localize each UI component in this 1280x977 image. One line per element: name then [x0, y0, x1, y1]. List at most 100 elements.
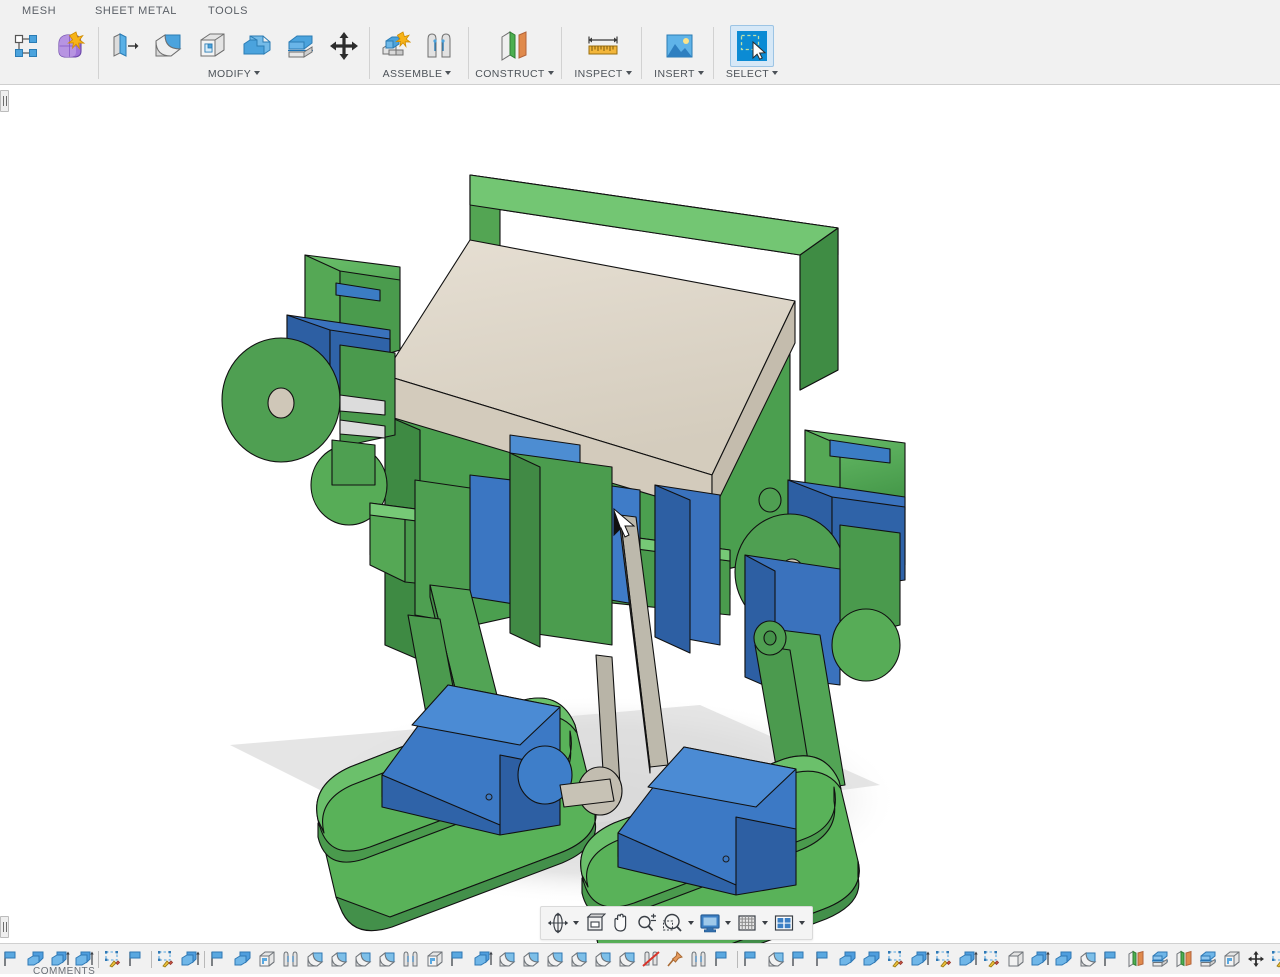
timeline-feature-sketch-dim-icon[interactable]: [101, 947, 125, 971]
timeline-feature-offset-plane-icon[interactable]: [1172, 947, 1196, 971]
timeline-feature-fillet-icon[interactable]: [1076, 947, 1100, 971]
construct-group: CONSTRUCT: [472, 22, 557, 84]
fillet-icon[interactable]: [146, 25, 190, 67]
shell-icon[interactable]: [190, 25, 234, 67]
select-label-text: SELECT: [726, 68, 769, 80]
timeline-feature-extrude-up-icon[interactable]: [471, 947, 495, 971]
timeline-feature-fillet-icon[interactable]: [375, 947, 399, 971]
timeline-feature-box-icon[interactable]: [1004, 947, 1028, 971]
timeline-feature-sketch-icon[interactable]: [1100, 947, 1124, 971]
ruler-icon[interactable]: [581, 25, 625, 67]
timeline-feature-joint-icon[interactable]: [399, 947, 423, 971]
timeline-feature-fillet-icon[interactable]: [591, 947, 615, 971]
timeline-feature-sketch-icon[interactable]: [125, 947, 149, 971]
offset-plane-icon[interactable]: [493, 25, 537, 67]
insert-group-label[interactable]: INSERT: [645, 68, 713, 80]
timeline-feature-sketch-dim-icon[interactable]: [1268, 947, 1280, 971]
timeline-feature-extrude-up-icon[interactable]: [178, 947, 202, 971]
viewports-icon[interactable]: [771, 909, 797, 937]
mesh-nodes-icon[interactable]: [4, 25, 48, 67]
lookat-icon[interactable]: [582, 909, 608, 937]
tab-tools[interactable]: TOOLS: [208, 5, 248, 17]
timeline-feature-split-face-icon[interactable]: [1148, 947, 1172, 971]
timeline-feature-sketch-icon[interactable]: [0, 947, 24, 971]
timeline-feature-shell-icon[interactable]: [1220, 947, 1244, 971]
timeline-feature-sketch-icon[interactable]: [711, 947, 735, 971]
comments-label[interactable]: COMMENTS: [33, 966, 95, 977]
timeline-feature-fillet-icon[interactable]: [567, 947, 591, 971]
timeline-feature-fillet-icon[interactable]: [351, 947, 375, 971]
zoom-icon[interactable]: [634, 909, 660, 937]
insert-group: INSERT: [645, 22, 713, 84]
timeline-feature-extrude-icon[interactable]: [860, 947, 884, 971]
view-navigation-bar[interactable]: [540, 906, 813, 940]
timeline-feature-no-joint-icon[interactable]: [639, 947, 663, 971]
select-window-icon[interactable]: [730, 25, 774, 67]
timeline-feature-sketch-icon[interactable]: [812, 947, 836, 971]
construct-group-label[interactable]: CONSTRUCT: [472, 68, 557, 80]
timeline-feature-fillet-icon[interactable]: [519, 947, 543, 971]
combine-icon[interactable]: [234, 25, 278, 67]
timeline-feature-offset-plane-icon[interactable]: [1124, 947, 1148, 971]
timeline-feature-fillet-icon[interactable]: [495, 947, 519, 971]
zoom-window-icon[interactable]: [660, 909, 686, 937]
grid-icon[interactable]: [734, 909, 760, 937]
timeline-track[interactable]: [0, 946, 1280, 972]
monitor-icon[interactable]: [697, 909, 723, 937]
timeline-feature-joint-icon[interactable]: [279, 947, 303, 971]
timeline-feature-extrude-up-icon[interactable]: [956, 947, 980, 971]
display-settings-dropdown-caret[interactable]: [723, 909, 734, 937]
select-group-label[interactable]: SELECT: [717, 68, 787, 80]
new-component-icon[interactable]: [373, 25, 417, 67]
robot-model-render: [0, 85, 1280, 943]
timeline-feature-fillet-icon[interactable]: [543, 947, 567, 971]
hand-icon[interactable]: [608, 909, 634, 937]
press-pull-icon[interactable]: [102, 25, 146, 67]
timeline-feature-shell-icon[interactable]: [255, 947, 279, 971]
purple-form-icon[interactable]: [48, 25, 92, 67]
timeline-feature-sketch-dim-icon[interactable]: [154, 947, 178, 971]
timeline-feature-fillet-icon[interactable]: [327, 947, 351, 971]
timeline-feature-extrude-icon[interactable]: [836, 947, 860, 971]
timeline-feature-sketch-icon[interactable]: [207, 947, 231, 971]
image-icon[interactable]: [657, 25, 701, 67]
timeline-feature-shell-icon[interactable]: [423, 947, 447, 971]
3d-viewport[interactable]: [0, 85, 1280, 943]
joint-icon[interactable]: [417, 25, 461, 67]
assemble-label-text: ASSEMBLE: [383, 68, 443, 80]
timeline-feature-sketch-dim-icon[interactable]: [980, 947, 1004, 971]
timeline-feature-move-arrows-icon[interactable]: [1244, 947, 1268, 971]
timeline-feature-sketch-dim-icon[interactable]: [884, 947, 908, 971]
timeline-feature-extrude-up-icon[interactable]: [908, 947, 932, 971]
modify-label-text: MODIFY: [208, 68, 251, 80]
inspect-group-label[interactable]: INSPECT: [565, 68, 641, 80]
timeline-feature-extrude-icon[interactable]: [231, 947, 255, 971]
timeline-feature-pin-joint-icon[interactable]: [663, 947, 687, 971]
ribbon: MESH SHEET METAL TOOLS: [0, 0, 1280, 85]
timeline-feature-extrude-icon[interactable]: [1052, 947, 1076, 971]
timeline-feature-split-face-icon[interactable]: [1196, 947, 1220, 971]
tab-sheet-metal[interactable]: SHEET METAL: [95, 5, 177, 17]
move-arrows-icon[interactable]: [322, 25, 366, 67]
grid-snaps-dropdown-caret[interactable]: [760, 909, 771, 937]
comments-panel-handle[interactable]: [0, 916, 9, 938]
viewports-dropdown-caret[interactable]: [797, 909, 808, 937]
timeline-feature-fillet-icon[interactable]: [615, 947, 639, 971]
timeline-feature-sketch-dim-icon[interactable]: [932, 947, 956, 971]
assemble-group-label[interactable]: ASSEMBLE: [373, 68, 461, 80]
modify-group-label[interactable]: MODIFY: [102, 68, 366, 80]
split-face-icon[interactable]: [278, 25, 322, 67]
zoom-window-dropdown-caret[interactable]: [686, 909, 697, 937]
handle-grip-line: [3, 922, 4, 932]
orbit-icon[interactable]: [545, 909, 571, 937]
timeline-feature-fillet-icon[interactable]: [303, 947, 327, 971]
design-timeline[interactable]: [0, 943, 1280, 974]
timeline-feature-sketch-icon[interactable]: [788, 947, 812, 971]
tab-mesh[interactable]: MESH: [22, 5, 56, 17]
timeline-feature-sketch-icon[interactable]: [447, 947, 471, 971]
orbit-dropdown-caret[interactable]: [571, 909, 582, 937]
timeline-feature-extrude-up-icon[interactable]: [1028, 947, 1052, 971]
timeline-feature-joint-icon[interactable]: [687, 947, 711, 971]
timeline-feature-fillet-icon[interactable]: [764, 947, 788, 971]
timeline-feature-sketch-icon[interactable]: [740, 947, 764, 971]
